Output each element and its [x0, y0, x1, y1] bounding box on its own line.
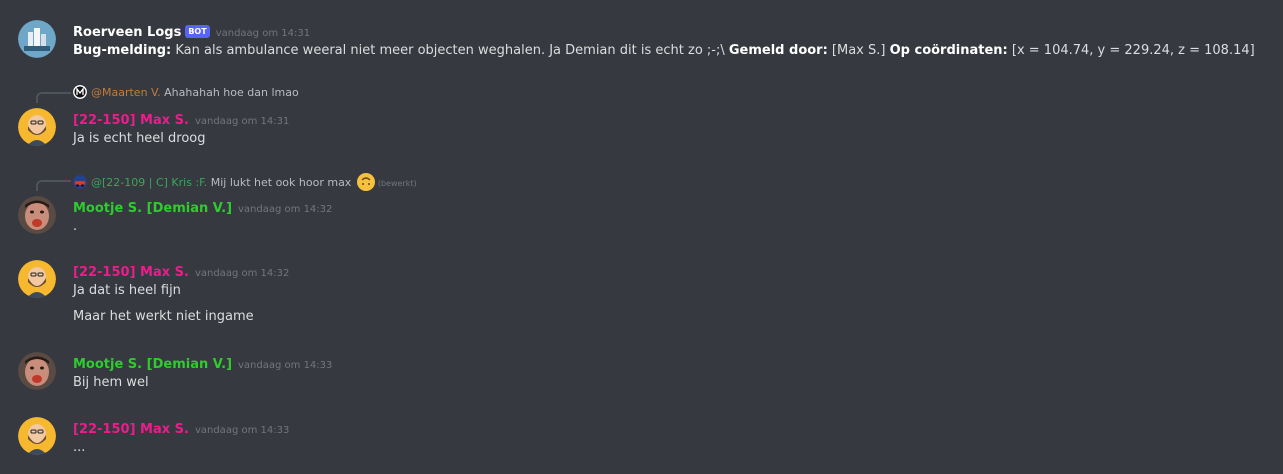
reply-preview[interactable]: @Maarten V. Ahahahah hoe dan lmao: [73, 85, 299, 99]
reply-connector: [36, 92, 71, 103]
timestamp: vandaag om 14:31: [215, 28, 311, 39]
reply-connector: [36, 180, 71, 191]
author-name[interactable]: Mootje S. [Demian V.]: [73, 201, 232, 216]
message-content: ...: [73, 440, 86, 455]
face-photo-avatar-icon[interactable]: [18, 352, 56, 390]
city-skyline-icon[interactable]: [18, 20, 56, 58]
author-name[interactable]: [22-150] Max S.: [73, 422, 189, 437]
reply-preview[interactable]: @[22-109 | C] Kris :F. Mij lukt het ook …: [73, 173, 417, 191]
reply-mention[interactable]: @[22-109 | C] Kris :F.: [91, 176, 207, 189]
timestamp: vandaag om 14:32: [194, 268, 290, 279]
car-avatar-icon: [73, 175, 87, 189]
upside-down-face-emoji: [356, 173, 375, 191]
message-content: Ja dat is heel fijn: [73, 283, 181, 298]
message-content: Ja is echt heel droog: [73, 131, 206, 146]
timestamp: vandaag om 14:32: [238, 204, 333, 215]
face-photo-avatar-icon[interactable]: [18, 196, 56, 234]
reply-text: Ahahahah hoe dan lmao: [164, 86, 299, 99]
bot-badge: BOT: [185, 25, 210, 38]
edited-label: (bewerkt): [377, 179, 417, 188]
timestamp: vandaag om 14:33: [238, 360, 333, 371]
bearded-man-avatar-icon[interactable]: [18, 417, 56, 455]
timestamp: vandaag om 14:33: [194, 425, 290, 436]
message-content: Bij hem wel: [73, 375, 149, 390]
author-name[interactable]: [22-150] Max S.: [73, 265, 189, 280]
message-content: .: [73, 219, 78, 234]
reply-text: Mij lukt het ook hoor max: [210, 176, 352, 189]
m-logo-icon: [73, 85, 87, 99]
message-content: Bug-melding: Kan als ambulance weeral ni…: [73, 43, 1255, 58]
message-content: Maar het werkt niet ingame: [73, 309, 254, 324]
author-name[interactable]: Mootje S. [Demian V.]: [73, 357, 232, 372]
timestamp: vandaag om 14:31: [194, 116, 290, 127]
bearded-man-avatar-icon[interactable]: [18, 260, 56, 298]
reply-mention[interactable]: @Maarten V.: [91, 86, 161, 99]
author-name[interactable]: [22-150] Max S.: [73, 113, 189, 128]
author-name[interactable]: Roerveen Logs: [73, 25, 181, 40]
bearded-man-avatar-icon[interactable]: [18, 108, 56, 146]
